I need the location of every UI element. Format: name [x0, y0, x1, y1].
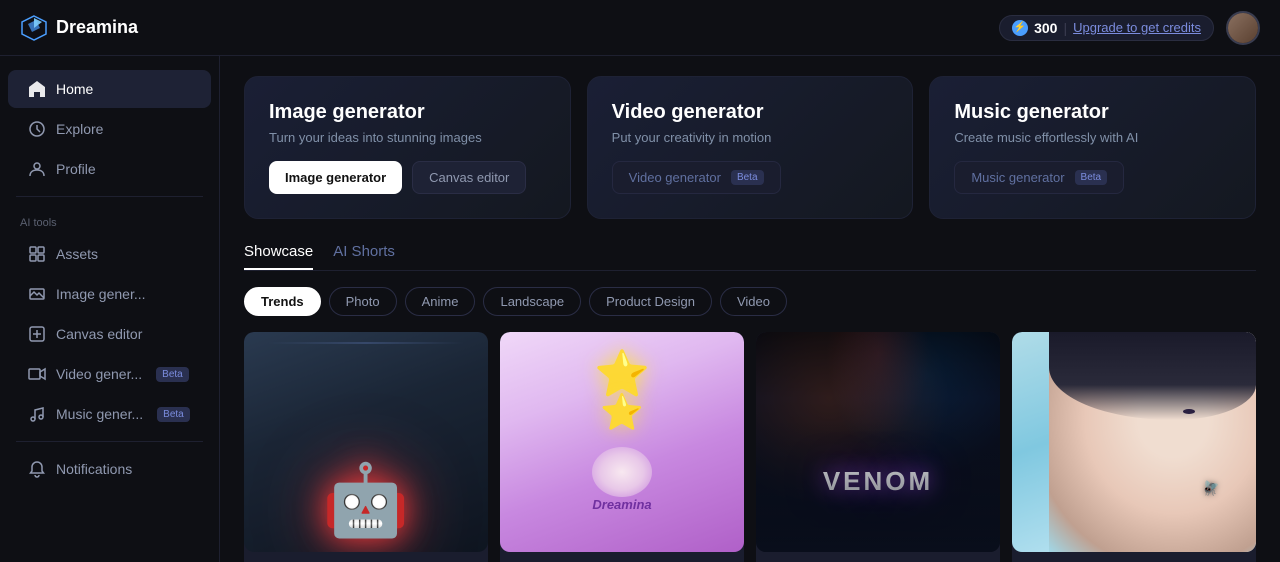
sidebar-item-notifications[interactable]: Notifications — [8, 450, 211, 488]
assets-icon — [28, 245, 46, 263]
video-card-beta-badge: Beta — [731, 170, 764, 185]
image-generator-button[interactable]: Image generator — [269, 161, 402, 194]
canvas-label: Canvas editor — [56, 326, 142, 342]
music-generator-button[interactable]: Music generator Beta — [954, 161, 1124, 194]
image-generator-card: Image generator Turn your ideas into stu… — [244, 76, 571, 219]
sidebar-item-profile[interactable]: Profile — [8, 150, 211, 188]
home-icon — [28, 80, 46, 98]
credits-icon: ⚡ — [1012, 20, 1028, 36]
image-gen-label: Image gener... — [56, 286, 146, 302]
image-gen-desc: Turn your ideas into stunning images — [269, 130, 546, 145]
explore-label: Explore — [56, 121, 103, 137]
video-gen-label: Video gener... — [56, 366, 142, 382]
sidebar-item-canvas[interactable]: Canvas editor — [8, 315, 211, 353]
tab-showcase[interactable]: Showcase — [244, 243, 313, 270]
image-gen-buttons: Image generator Canvas editor — [269, 161, 546, 194]
profile-label: Profile — [56, 161, 96, 177]
credits-amount: 300 — [1034, 20, 1057, 36]
music-gen-desc: Create music effortlessly with AI — [954, 130, 1231, 145]
sidebar-item-music-gen[interactable]: Music gener... Beta — [8, 395, 211, 433]
upgrade-link[interactable]: Upgrade to get credits — [1073, 20, 1201, 35]
music-gen-buttons: Music generator Beta — [954, 161, 1231, 194]
showcase-image-2[interactable]: ⭐ ⭐ Dreamina — [500, 332, 744, 562]
canvas-icon — [28, 325, 46, 343]
sidebar-item-explore[interactable]: Explore — [8, 110, 211, 148]
music-gen-icon — [28, 405, 46, 423]
filter-video[interactable]: Video — [720, 287, 787, 316]
header-right: ⚡ 300 | Upgrade to get credits — [999, 11, 1260, 45]
logo[interactable]: Dreamina — [20, 14, 138, 42]
credits-badge[interactable]: ⚡ 300 | Upgrade to get credits — [999, 15, 1214, 41]
notifications-label: Notifications — [56, 461, 132, 477]
video-gen-buttons: Video generator Beta — [612, 161, 889, 194]
sidebar-item-video-gen[interactable]: Video gener... Beta — [8, 355, 211, 393]
generator-cards: Image generator Turn your ideas into stu… — [244, 76, 1256, 219]
video-gen-desc: Put your creativity in motion — [612, 130, 889, 145]
sidebar-item-image-gen[interactable]: Image gener... — [8, 275, 211, 313]
video-generator-button[interactable]: Video generator Beta — [612, 161, 781, 194]
ai-tools-label: AI tools — [0, 205, 219, 233]
music-gen-label: Music gener... — [56, 406, 143, 422]
separator: | — [1063, 20, 1067, 36]
bell-icon — [28, 460, 46, 478]
user-icon — [28, 160, 46, 178]
filter-photo[interactable]: Photo — [329, 287, 397, 316]
showcase-image-4[interactable]: 🪰 — [1012, 332, 1256, 562]
filter-anime[interactable]: Anime — [405, 287, 476, 316]
canvas-editor-button[interactable]: Canvas editor — [412, 161, 526, 194]
image-gen-title: Image generator — [269, 101, 546, 124]
filter-product-design[interactable]: Product Design — [589, 287, 712, 316]
user-avatar[interactable] — [1226, 11, 1260, 45]
showcase-image-1[interactable]: 🤖 — [244, 332, 488, 562]
showcase-tabs: Showcase AI Shorts — [244, 243, 1256, 271]
video-gen-title: Video generator — [612, 101, 889, 124]
music-card-beta-badge: Beta — [1075, 170, 1108, 185]
sidebar: Home Explore Profile AI tools — [0, 56, 220, 562]
home-label: Home — [56, 81, 93, 97]
sidebar-divider-1 — [16, 196, 203, 197]
logo-icon — [20, 14, 48, 42]
image-gen-icon — [28, 285, 46, 303]
filter-chips: Trends Photo Anime Landscape Product Des… — [244, 287, 1256, 316]
filter-trends[interactable]: Trends — [244, 287, 321, 316]
main-layout: Home Explore Profile AI tools — [0, 56, 1280, 562]
music-gen-title: Music generator — [954, 101, 1231, 124]
header: Dreamina ⚡ 300 | Upgrade to get credits — [0, 0, 1280, 56]
filter-landscape[interactable]: Landscape — [483, 287, 581, 316]
assets-label: Assets — [56, 246, 98, 262]
video-generator-card: Video generator Put your creativity in m… — [587, 76, 914, 219]
sidebar-item-assets[interactable]: Assets — [8, 235, 211, 273]
image-grid: 🤖 ⭐ ⭐ Dreamina — [244, 332, 1256, 562]
logo-text: Dreamina — [56, 17, 138, 38]
sidebar-item-home[interactable]: Home — [8, 70, 211, 108]
compass-icon — [28, 120, 46, 138]
music-beta-badge: Beta — [157, 407, 190, 422]
music-generator-card: Music generator Create music effortlessl… — [929, 76, 1256, 219]
showcase-image-3[interactable]: VENOM — [756, 332, 1000, 562]
content-area: Image generator Turn your ideas into stu… — [220, 56, 1280, 562]
sidebar-divider-2 — [16, 441, 203, 442]
video-beta-badge: Beta — [156, 367, 189, 382]
video-gen-icon — [28, 365, 46, 383]
tab-ai-shorts[interactable]: AI Shorts — [333, 243, 395, 270]
